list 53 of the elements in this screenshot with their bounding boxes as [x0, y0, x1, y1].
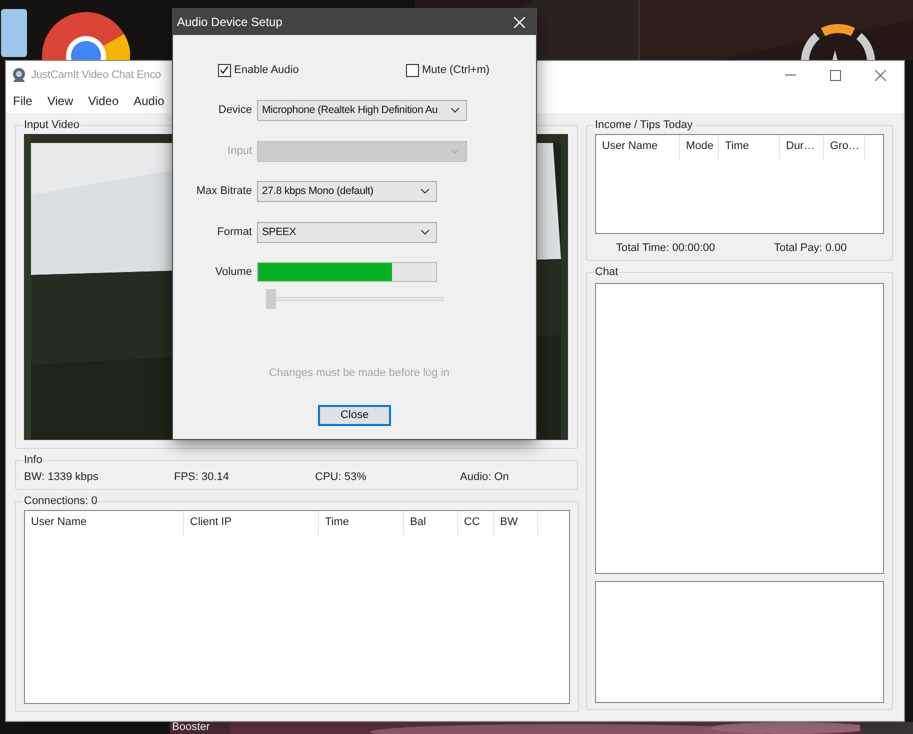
group-title: Input Video — [23, 118, 80, 133]
column-header[interactable]: CC — [458, 510, 494, 534]
total-pay-text: Total Pay: 0.00 — [774, 242, 847, 254]
total-time-text: Total Time: 00:00:00 — [616, 242, 716, 254]
dropdown[interactable]: Microphone (Realtek High Definition Au — [257, 100, 467, 121]
field-label: Volume — [214, 264, 253, 280]
dialog-title: Audio Device Setup — [177, 14, 282, 31]
dropdown[interactable]: 27.8 kbps Mono (default) — [257, 181, 437, 202]
group-title: Info — [23, 453, 44, 468]
chevron-down-icon — [421, 230, 430, 235]
message-field[interactable] — [595, 580, 884, 702]
group-title: Chat — [594, 265, 620, 280]
maximize-icon[interactable] — [830, 70, 841, 80]
info-text: FPS: 30.14 — [174, 470, 230, 482]
field-label: Format — [216, 225, 253, 240]
chevron-down-icon — [421, 189, 430, 194]
column-header[interactable]: User Name — [596, 134, 680, 158]
field-label: Input — [226, 144, 253, 160]
checkbox[interactable] — [406, 64, 419, 77]
volume-slider[interactable] — [264, 289, 444, 309]
group-title: Income / Tips Today — [594, 118, 694, 133]
field-label: Device — [217, 103, 253, 118]
close-button[interactable]: Close — [318, 405, 391, 426]
checkbox[interactable] — [218, 64, 231, 77]
chevron-down-icon — [451, 108, 460, 113]
desktop-icon-label: Booster — [172, 721, 210, 734]
column-header[interactable]: Time — [719, 134, 780, 158]
slider-thumb[interactable] — [266, 289, 276, 309]
column-header[interactable]: Dur… — [780, 134, 824, 158]
menu-item[interactable]: Video — [88, 92, 119, 110]
menu-item[interactable]: File — [13, 92, 32, 110]
menu-item[interactable]: View — [47, 92, 74, 110]
window-title: JustCamIt Video Chat Enco — [31, 68, 161, 83]
menu-item[interactable]: Audio — [134, 92, 164, 110]
checkbox-label: Mute (Ctrl+m) — [422, 63, 490, 78]
group-title: Connections: 0 — [23, 494, 98, 509]
field-label: Max Bitrate — [195, 184, 253, 200]
column-header[interactable]: User Name — [25, 510, 184, 534]
column-header[interactable]: Mode — [680, 134, 719, 158]
column-header[interactable]: Gro… — [824, 134, 865, 158]
hint-text: Changes must be made before log in — [269, 366, 450, 381]
chevron-down-icon — [451, 149, 460, 154]
column-header[interactable]: Client IP — [184, 510, 319, 534]
info-text: CPU: 53% — [315, 470, 366, 482]
webcam-icon — [11, 67, 27, 83]
column-header[interactable]: Bal — [404, 510, 458, 534]
column-header[interactable]: BW — [494, 510, 538, 534]
dropdown[interactable]: SPEEX — [257, 222, 437, 243]
info-text: Audio: On — [460, 470, 509, 482]
column-header[interactable]: Time — [319, 510, 404, 534]
close-icon[interactable] — [875, 70, 886, 80]
checkbox-label: Enable Audio — [234, 63, 299, 78]
info-text: BW: 1339 kbps — [24, 470, 98, 482]
